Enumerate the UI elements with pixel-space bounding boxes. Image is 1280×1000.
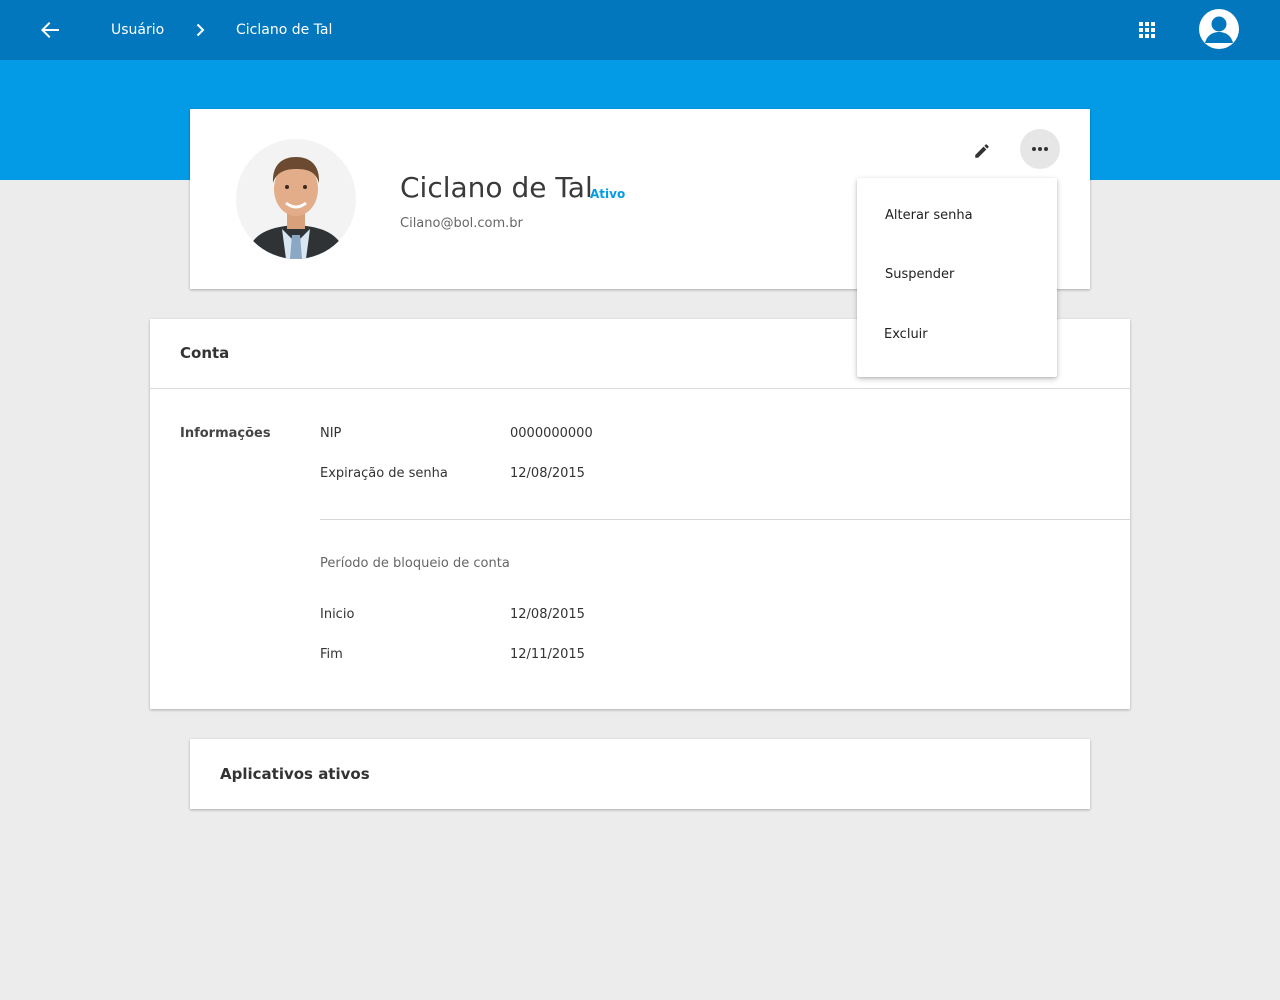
account-title: Conta [180, 344, 230, 362]
user-name: Ciclano de Tal [400, 171, 593, 204]
nip-value: 0000000000 [510, 426, 593, 441]
chevron-right-icon [196, 23, 205, 37]
apps-button[interactable] [1134, 17, 1160, 43]
divider [320, 519, 1130, 520]
breadcrumb-user[interactable]: Usuário [111, 21, 164, 39]
active-apps-title: Aplicativos ativos [220, 765, 370, 783]
account-avatar-button[interactable] [1199, 9, 1239, 49]
user-photo-image [236, 139, 356, 259]
breadcrumb-current: Ciclano de Tal [236, 22, 333, 38]
account-circle-icon [1205, 16, 1233, 43]
menu-item-delete[interactable]: Excluir [857, 311, 1057, 361]
apps-grid-icon [1139, 22, 1155, 38]
info-section-label: Informações [180, 426, 271, 441]
user-photo [236, 139, 356, 259]
app-bar: Usuário Ciclano de Tal [0, 0, 1280, 60]
menu-item-label: Excluir [884, 327, 928, 342]
more-options-button[interactable] [1020, 129, 1060, 169]
edit-button[interactable] [962, 131, 1002, 171]
more-options-menu: Alterar senha Suspender Excluir [857, 178, 1057, 377]
menu-item-label: Suspender [885, 267, 955, 282]
back-button[interactable] [34, 14, 66, 46]
user-email: Cilano@bol.com.br [400, 216, 523, 231]
password-expiry-value: 12/08/2015 [510, 466, 585, 481]
menu-item-label: Alterar senha [885, 208, 973, 223]
menu-item-suspend[interactable]: Suspender [857, 251, 1057, 301]
password-expiry-label: Expiração de senha [320, 466, 448, 481]
block-start-value: 12/08/2015 [510, 607, 585, 622]
divider [150, 388, 1130, 389]
arrow-left-icon [41, 22, 59, 38]
nip-label: NIP [320, 426, 342, 441]
more-horizontal-icon [1032, 147, 1048, 151]
account-card: Conta Informações NIP 0000000000 Expiraç… [150, 319, 1130, 709]
status-badge: Ativo [590, 187, 626, 201]
block-start-label: Inicio [320, 607, 355, 622]
block-end-label: Fim [320, 647, 343, 662]
block-period-heading: Período de bloqueio de conta [320, 556, 510, 571]
block-end-value: 12/11/2015 [510, 647, 585, 662]
pencil-icon [975, 144, 989, 158]
menu-item-change-password[interactable]: Alterar senha [857, 192, 1057, 242]
active-apps-card: Aplicativos ativos [190, 739, 1090, 809]
